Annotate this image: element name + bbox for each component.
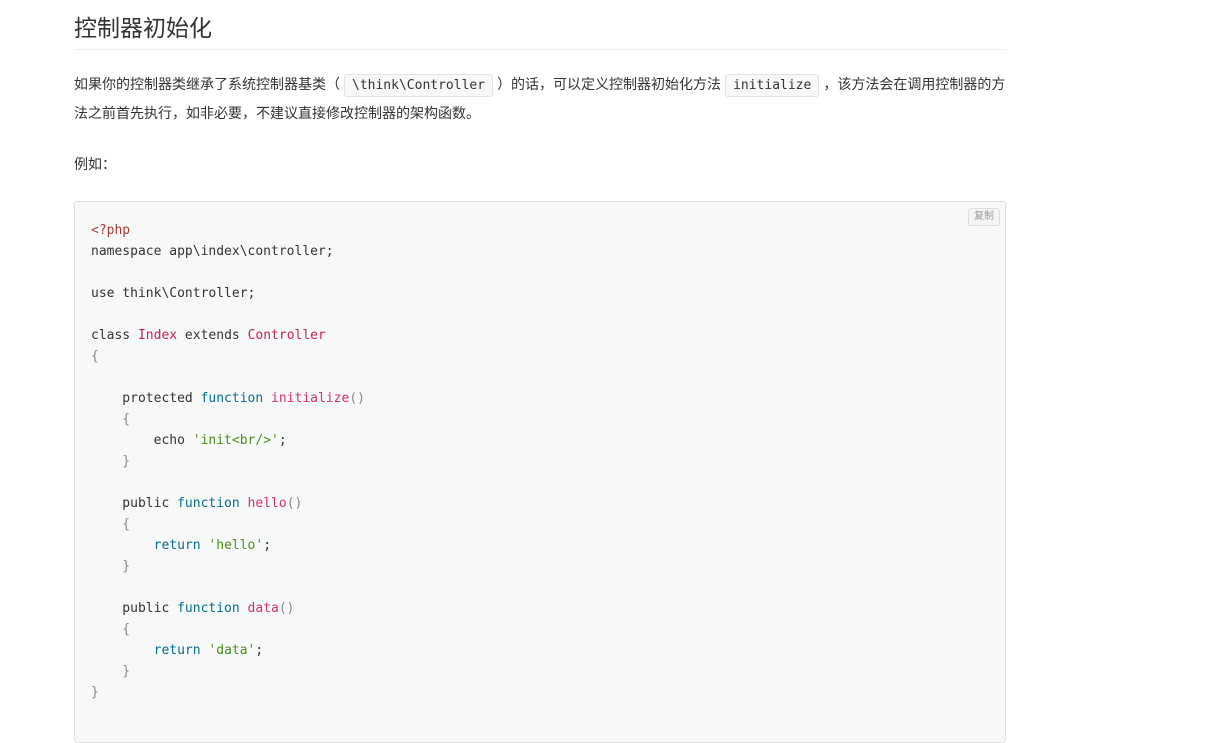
code-token: ;: [255, 643, 264, 658]
code-line: public function hello(): [91, 493, 365, 514]
code-token: Index: [137, 328, 178, 343]
code-line: protected function initialize(): [91, 388, 365, 409]
code-token: function: [200, 391, 264, 406]
code-token: initialize: [271, 391, 350, 406]
inline-code-controller: \think\Controller: [344, 74, 494, 97]
code-token: protected: [91, 391, 201, 406]
code-token: extends: [177, 328, 248, 343]
code-line: }: [91, 682, 365, 703]
code-line: }: [91, 451, 365, 472]
code-line: public function data(): [91, 598, 365, 619]
code-token: (): [278, 601, 295, 616]
code-token: <?php: [91, 223, 131, 238]
code-token: ;: [278, 433, 287, 448]
code-token: 'data': [208, 643, 256, 658]
code-line: use think\Controller;: [91, 283, 365, 304]
code-token: use think\Controller;: [91, 286, 256, 301]
code-token: }: [91, 454, 131, 469]
code-token: function: [177, 496, 240, 511]
code-token: {: [91, 517, 131, 532]
intro-paragraph: 如果你的控制器类继承了系统控制器基类（ \think\Controller ）的话，…: [74, 71, 1006, 129]
code-line: return 'data';: [91, 640, 365, 661]
code-token: }: [91, 559, 131, 574]
code-line: {: [91, 514, 365, 535]
intro-text-b: ）的话，可以定义控制器初始化方法: [497, 77, 722, 93]
intro-text-a: 如果你的控制器类继承了系统控制器基类（: [74, 77, 340, 93]
code-token: data: [247, 601, 279, 616]
code-line: }: [91, 556, 365, 577]
copy-button[interactable]: 复制: [968, 208, 1000, 226]
code-token: public: [91, 496, 178, 511]
code-token: (): [349, 391, 365, 406]
code-token: echo: [91, 433, 193, 448]
code-line: echo 'init<br/>';: [91, 430, 365, 451]
example-label: 例如：: [74, 157, 116, 173]
code-listing: <?php namespace app\index\controller; use …: [91, 220, 365, 703]
code-line: <?php: [91, 220, 365, 241]
code-token: public: [91, 601, 178, 616]
inline-code-initialize: initialize: [725, 74, 820, 97]
code-token: (): [286, 496, 303, 511]
code-token: 'init<br/>': [192, 433, 279, 448]
code-token: class: [91, 328, 138, 343]
code-token: function: [177, 601, 240, 616]
code-token: return: [153, 643, 201, 658]
code-line: namespace app\index\controller;: [91, 241, 365, 262]
section-heading: 控制器初始化: [74, 0, 1006, 50]
code-line: {: [91, 346, 365, 367]
code-token: return: [153, 538, 201, 553]
code-token: {: [91, 622, 131, 637]
code-token: {: [91, 349, 99, 364]
code-line: return 'hello';: [91, 535, 365, 556]
code-token: 'hello': [208, 538, 264, 553]
code-token: ;: [263, 538, 272, 553]
code-token: hello: [247, 496, 287, 511]
code-token: Controller: [247, 328, 326, 343]
code-token: }: [91, 664, 131, 679]
code-line: {: [91, 619, 365, 640]
code-token: namespace app\index\controller;: [91, 244, 334, 259]
code-line: {: [91, 409, 365, 430]
code-token: }: [91, 685, 99, 700]
code-line: }: [91, 661, 365, 682]
code-line: class Index extends Controller: [91, 325, 365, 346]
doc-content: 控制器初始化 如果你的控制器类继承了系统控制器基类（ \think\Control…: [74, 0, 1006, 743]
code-token: {: [91, 412, 131, 427]
code-block: 复制 <?php namespace app\index\controller; u…: [74, 201, 1006, 743]
